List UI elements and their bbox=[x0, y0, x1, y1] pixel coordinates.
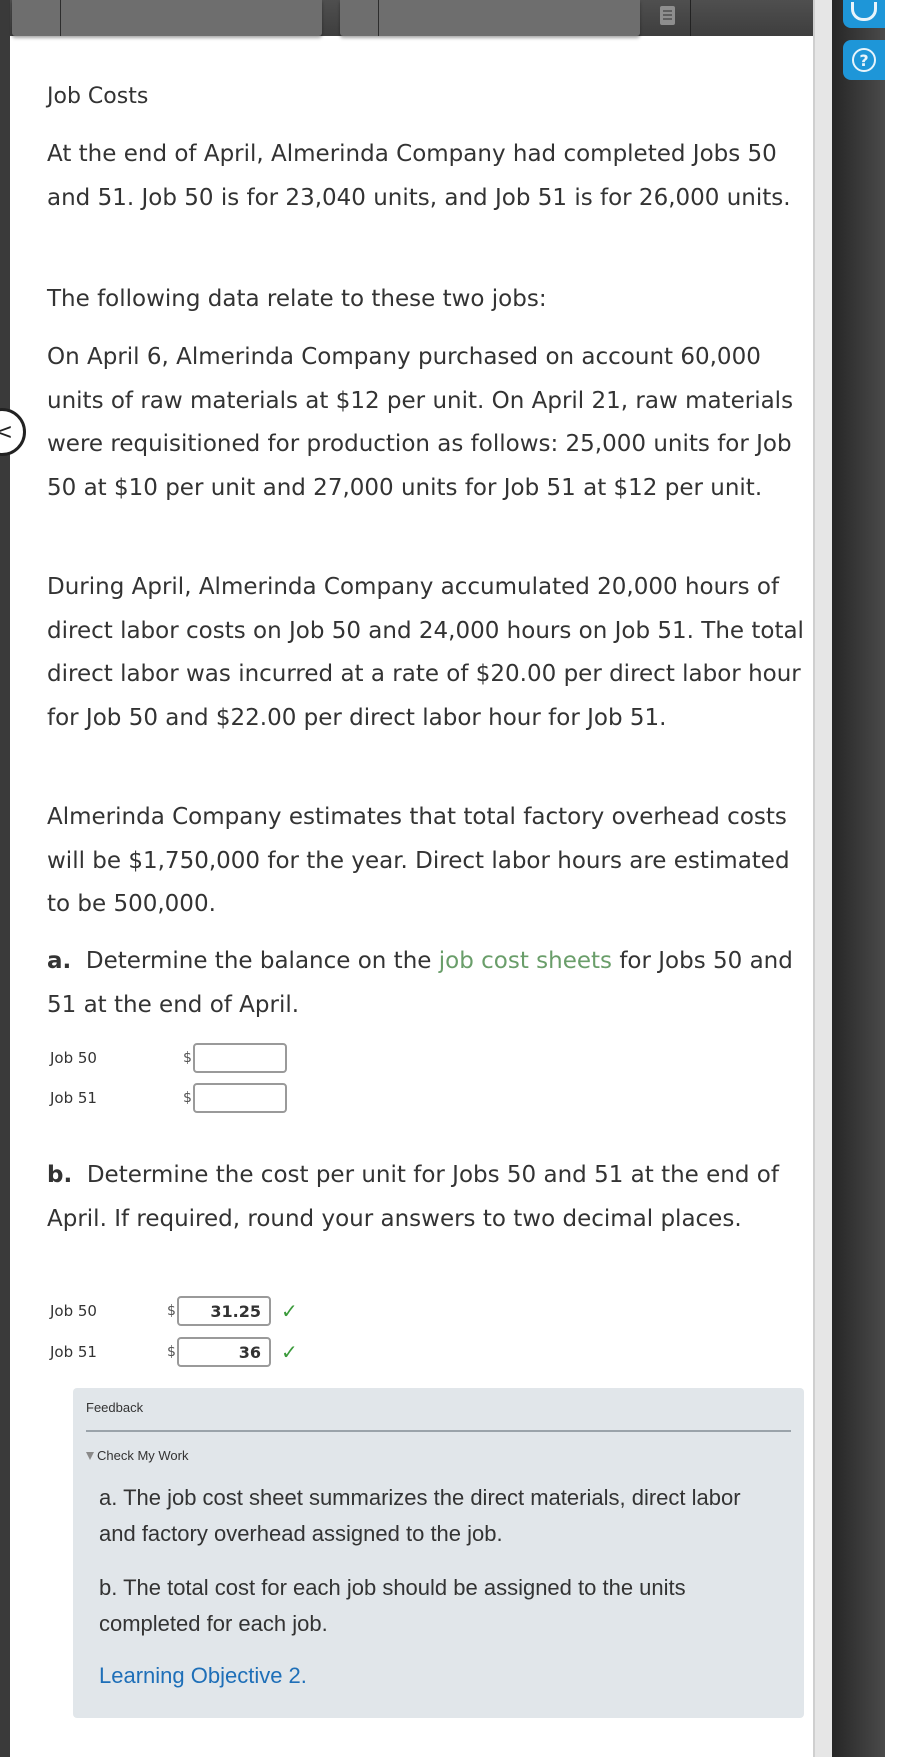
chevron-left-icon: < bbox=[0, 419, 13, 445]
tab-divider bbox=[378, 0, 379, 36]
row-label: Job 50 bbox=[50, 1302, 97, 1320]
document-list-icon[interactable] bbox=[660, 6, 675, 25]
check-my-work-toggle[interactable]: Check My Work bbox=[86, 1448, 189, 1463]
right-sidebar: ? bbox=[832, 0, 885, 1757]
feedback-item-a: a. The job cost sheet summarizes the dir… bbox=[99, 1485, 741, 1546]
correct-check-icon: ✓ bbox=[281, 1340, 298, 1364]
toolbar-divider bbox=[690, 0, 691, 36]
part-b-row-job-51: Job 51 $ ✓ bbox=[50, 1337, 298, 1367]
feedback-divider bbox=[86, 1430, 791, 1432]
part-b-label: b. bbox=[47, 1162, 73, 1188]
toolbar-tab-2[interactable] bbox=[340, 0, 640, 36]
part-b-text: Determine the cost per unit for Jobs 50 … bbox=[47, 1162, 779, 1232]
row-label: Job 51 bbox=[50, 1343, 97, 1361]
overhead-paragraph: Almerinda Company estimates that total f… bbox=[47, 804, 790, 917]
intro-paragraph: At the end of April, Almerinda Company h… bbox=[47, 141, 791, 211]
feedback-panel: Feedback Check My Work a. The job cost s… bbox=[73, 1388, 804, 1718]
page-title: Job Costs bbox=[47, 84, 149, 109]
part-a-question: a. Determine the balance on the job cost… bbox=[47, 940, 807, 1027]
toolbar-tab-1[interactable] bbox=[12, 0, 322, 36]
left-edge-bar bbox=[0, 0, 10, 1757]
correct-check-icon: ✓ bbox=[281, 1299, 298, 1323]
row-label: Job 50 bbox=[50, 1049, 97, 1067]
labor-paragraph: During April, Almerinda Company accumula… bbox=[47, 574, 804, 731]
data-intro-paragraph: The following data relate to these two j… bbox=[47, 286, 547, 312]
part-a-label: a. bbox=[47, 948, 72, 974]
help-icon: ? bbox=[852, 48, 876, 72]
currency-symbol: $ bbox=[183, 1050, 192, 1066]
job-51-balance-input[interactable] bbox=[193, 1083, 287, 1113]
scrollbar-track[interactable] bbox=[813, 0, 832, 1757]
feedback-title: Feedback bbox=[86, 1400, 144, 1415]
currency-symbol: $ bbox=[167, 1344, 176, 1360]
headset-icon bbox=[851, 1, 877, 21]
check-my-work-label: Check My Work bbox=[97, 1448, 189, 1463]
job-50-balance-input[interactable] bbox=[193, 1043, 287, 1073]
part-a-text-before: Determine the balance on the bbox=[85, 948, 432, 974]
job-51-cost-per-unit-input[interactable] bbox=[177, 1337, 271, 1367]
tab-divider bbox=[60, 0, 61, 36]
job-cost-sheets-link[interactable]: job cost sheets bbox=[439, 948, 612, 974]
part-a-row-job-50: Job 50 $ bbox=[50, 1043, 287, 1073]
top-toolbar bbox=[10, 0, 813, 36]
job-50-cost-per-unit-input[interactable] bbox=[177, 1296, 271, 1326]
part-b-question: b. Determine the cost per unit for Jobs … bbox=[47, 1154, 807, 1241]
feedback-item-b: b. The total cost for each job should be… bbox=[99, 1575, 686, 1636]
currency-symbol: $ bbox=[183, 1090, 192, 1106]
learning-objective-link[interactable]: Learning Objective 2. bbox=[99, 1658, 779, 1694]
currency-symbol: $ bbox=[167, 1303, 176, 1319]
row-label: Job 51 bbox=[50, 1089, 97, 1107]
collapse-triangle-icon bbox=[86, 1451, 94, 1460]
help-button[interactable]: ? bbox=[843, 40, 885, 80]
part-a-row-job-51: Job 51 $ bbox=[50, 1083, 287, 1113]
support-button[interactable] bbox=[843, 0, 885, 28]
materials-paragraph: On April 6, Almerinda Company purchased … bbox=[47, 344, 794, 501]
part-b-row-job-50: Job 50 $ ✓ bbox=[50, 1296, 298, 1326]
